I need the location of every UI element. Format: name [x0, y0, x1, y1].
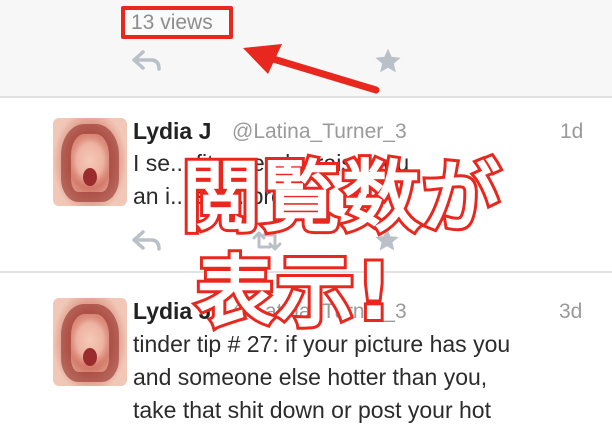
overlay-caption-line2: 表示!	[193, 245, 395, 341]
divider	[0, 96, 612, 98]
tweet-text-line: and someone else hotter than you,	[133, 364, 488, 390]
reply-icon[interactable]	[131, 230, 163, 252]
tweet-timestamp: 1d	[560, 120, 584, 143]
tweet-timestamp: 3d	[559, 300, 583, 323]
avatar[interactable]	[53, 298, 127, 386]
tweet-text-line: take that shit down or post your hot	[133, 397, 491, 423]
avatar[interactable]	[53, 118, 127, 206]
